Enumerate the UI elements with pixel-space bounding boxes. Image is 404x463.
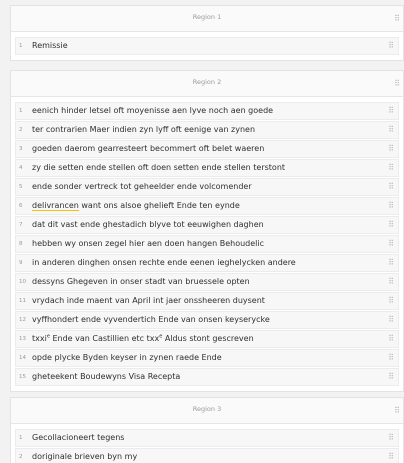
line-number: 5 [19, 184, 23, 190]
text-line[interactable]: 13 txxie Ende van Castillien etc txxe Ald… [15, 330, 399, 348]
line-number: 8 [19, 241, 23, 247]
line-text: doriginale brieven byn my [32, 452, 138, 461]
drag-handle-icon[interactable]: ⠿ [388, 179, 394, 195]
drag-handle-icon[interactable]: ⠿ [388, 312, 394, 328]
line-number: 12 [19, 317, 26, 323]
drag-handle-icon[interactable]: ⠿ [394, 79, 400, 88]
flagged-word[interactable]: delivrancen [32, 201, 79, 211]
line-number: 7 [19, 222, 23, 228]
line-number: 1 [19, 43, 23, 49]
line-list: 1 Gecollacioneert tegens ⠿ 2 doriginale bri… [11, 424, 403, 463]
region-2: Region 2 ⠿ 1 eenich hinder letsel oft moy… [10, 70, 404, 392]
line-number: 15 [19, 374, 26, 380]
text-line[interactable]: 1 Gecollacioneert tegens ⠿ [15, 429, 399, 447]
line-number: 11 [19, 298, 26, 304]
drag-handle-icon[interactable]: ⠿ [388, 449, 394, 463]
drag-handle-icon[interactable]: ⠿ [394, 406, 400, 415]
line-list: 1 Remissie ⠿ [11, 32, 403, 60]
text-line[interactable]: 9 in anderen dinghen onsen rechte ende ee… [15, 254, 399, 272]
region-header: Region 1 ⠿ [11, 6, 403, 32]
line-text-part: Aldus stont gescreven [162, 334, 254, 343]
drag-handle-icon[interactable]: ⠿ [388, 217, 394, 233]
drag-handle-icon[interactable]: ⠿ [388, 103, 394, 119]
line-number: 6 [19, 203, 23, 209]
line-text: goeden daerom gearresteert becommert oft… [32, 144, 265, 153]
drag-handle-icon[interactable]: ⠿ [394, 14, 400, 23]
text-line[interactable]: 1 eenich hinder letsel oft moyenisse aen … [15, 102, 399, 120]
text-line[interactable]: 4 zy die setten ende stellen oft doen set… [15, 159, 399, 177]
line-number: 13 [19, 336, 26, 342]
drag-handle-icon[interactable]: ⠿ [388, 350, 394, 366]
text-line[interactable]: 5 ende sonder vertreck tot geheelder ende… [15, 178, 399, 196]
drag-handle-icon[interactable]: ⠿ [388, 274, 394, 290]
line-number: 4 [19, 165, 23, 171]
region-title: Region 3 [192, 405, 222, 413]
line-text: gheteekent Boudewyns Visa Recepta [32, 372, 181, 381]
line-number: 2 [19, 127, 23, 133]
line-number: 10 [19, 279, 26, 285]
line-text: vrydach inde maent van April int jaer on… [32, 296, 265, 305]
line-text: ter contrarien Maer indien zyn lyff oft … [32, 125, 256, 134]
line-text: Gecollacioneert tegens [32, 433, 125, 442]
line-text-part: txxi [32, 334, 47, 343]
drag-handle-icon[interactable]: ⠿ [388, 141, 394, 157]
line-number: 3 [19, 146, 23, 152]
drag-handle-icon[interactable]: ⠿ [388, 331, 394, 347]
region-title: Region 2 [192, 78, 222, 86]
text-line[interactable]: 2 doriginale brieven byn my ⠿ [15, 448, 399, 463]
region-title: Region 1 [192, 13, 222, 21]
line-number: 1 [19, 108, 23, 114]
line-text: zy die setten ende stellen oft doen sett… [32, 163, 286, 172]
region-3: Region 3 ⠿ 1 Gecollacioneert tegens ⠿ 2 dor… [10, 397, 404, 463]
line-number: 9 [19, 260, 23, 266]
region-1: Region 1 ⠿ 1 Remissie ⠿ [10, 5, 404, 61]
text-line[interactable]: 1 Remissie ⠿ [15, 37, 399, 55]
line-number: 1 [19, 435, 23, 441]
line-text: in anderen dinghen onsen rechte ende een… [32, 258, 296, 267]
drag-handle-icon[interactable]: ⠿ [388, 369, 394, 385]
drag-handle-icon[interactable]: ⠿ [388, 122, 394, 138]
text-line[interactable]: 10 dessyns Ghegeven in onser stadt van br… [15, 273, 399, 291]
line-text: eenich hinder letsel oft moyenisse aen l… [32, 106, 274, 115]
drag-handle-icon[interactable]: ⠿ [388, 255, 394, 271]
line-text: dat dit vast ende ghestadich blyve tot e… [32, 220, 264, 229]
drag-handle-icon[interactable]: ⠿ [388, 236, 394, 252]
line-text: Remissie [32, 41, 68, 50]
line-text: opde plycke Byden keyser in zynen raede … [32, 353, 222, 362]
line-text: vyffhondert ende vyvendertich Ende van o… [32, 315, 270, 324]
drag-handle-icon[interactable]: ⠿ [388, 430, 394, 446]
text-line[interactable]: 2 ter contrarien Maer indien zyn lyff oft… [15, 121, 399, 139]
drag-handle-icon[interactable]: ⠿ [388, 38, 394, 54]
text-line[interactable]: 6 delivrancen want ons alsoe ghelieft End… [15, 197, 399, 215]
text-line[interactable]: 7 dat dit vast ende ghestadich blyve tot … [15, 216, 399, 234]
text-line[interactable]: 15 gheteekent Boudewyns Visa Recepta ⠿ [15, 368, 399, 386]
line-text-part: Ende van Castillien etc txx [49, 334, 160, 343]
line-number: 14 [19, 355, 26, 361]
line-text: want ons alsoe ghelieft Ende ten eynde [78, 201, 240, 210]
drag-handle-icon[interactable]: ⠿ [388, 160, 394, 176]
region-header: Region 2 ⠿ [11, 71, 403, 97]
line-text: hebben wy onsen zegel hier aen doen hang… [32, 239, 264, 248]
line-number: 2 [19, 454, 23, 460]
line-list: 1 eenich hinder letsel oft moyenisse aen … [11, 97, 403, 391]
text-line[interactable]: 3 goeden daerom gearresteert becommert of… [15, 140, 399, 158]
text-line[interactable]: 14 opde plycke Byden keyser in zynen raed… [15, 349, 399, 367]
line-text: ende sonder vertreck tot geheelder ende … [32, 182, 252, 191]
text-line[interactable]: 8 hebben wy onsen zegel hier aen doen han… [15, 235, 399, 253]
drag-handle-icon[interactable]: ⠿ [388, 293, 394, 309]
drag-handle-icon[interactable]: ⠿ [388, 198, 394, 214]
region-header: Region 3 ⠿ [11, 398, 403, 424]
text-line[interactable]: 12 vyffhondert ende vyvendertich Ende van… [15, 311, 399, 329]
text-line[interactable]: 11 vrydach inde maent van April int jaer … [15, 292, 399, 310]
line-text: dessyns Ghegeven in onser stadt van brue… [32, 277, 250, 286]
